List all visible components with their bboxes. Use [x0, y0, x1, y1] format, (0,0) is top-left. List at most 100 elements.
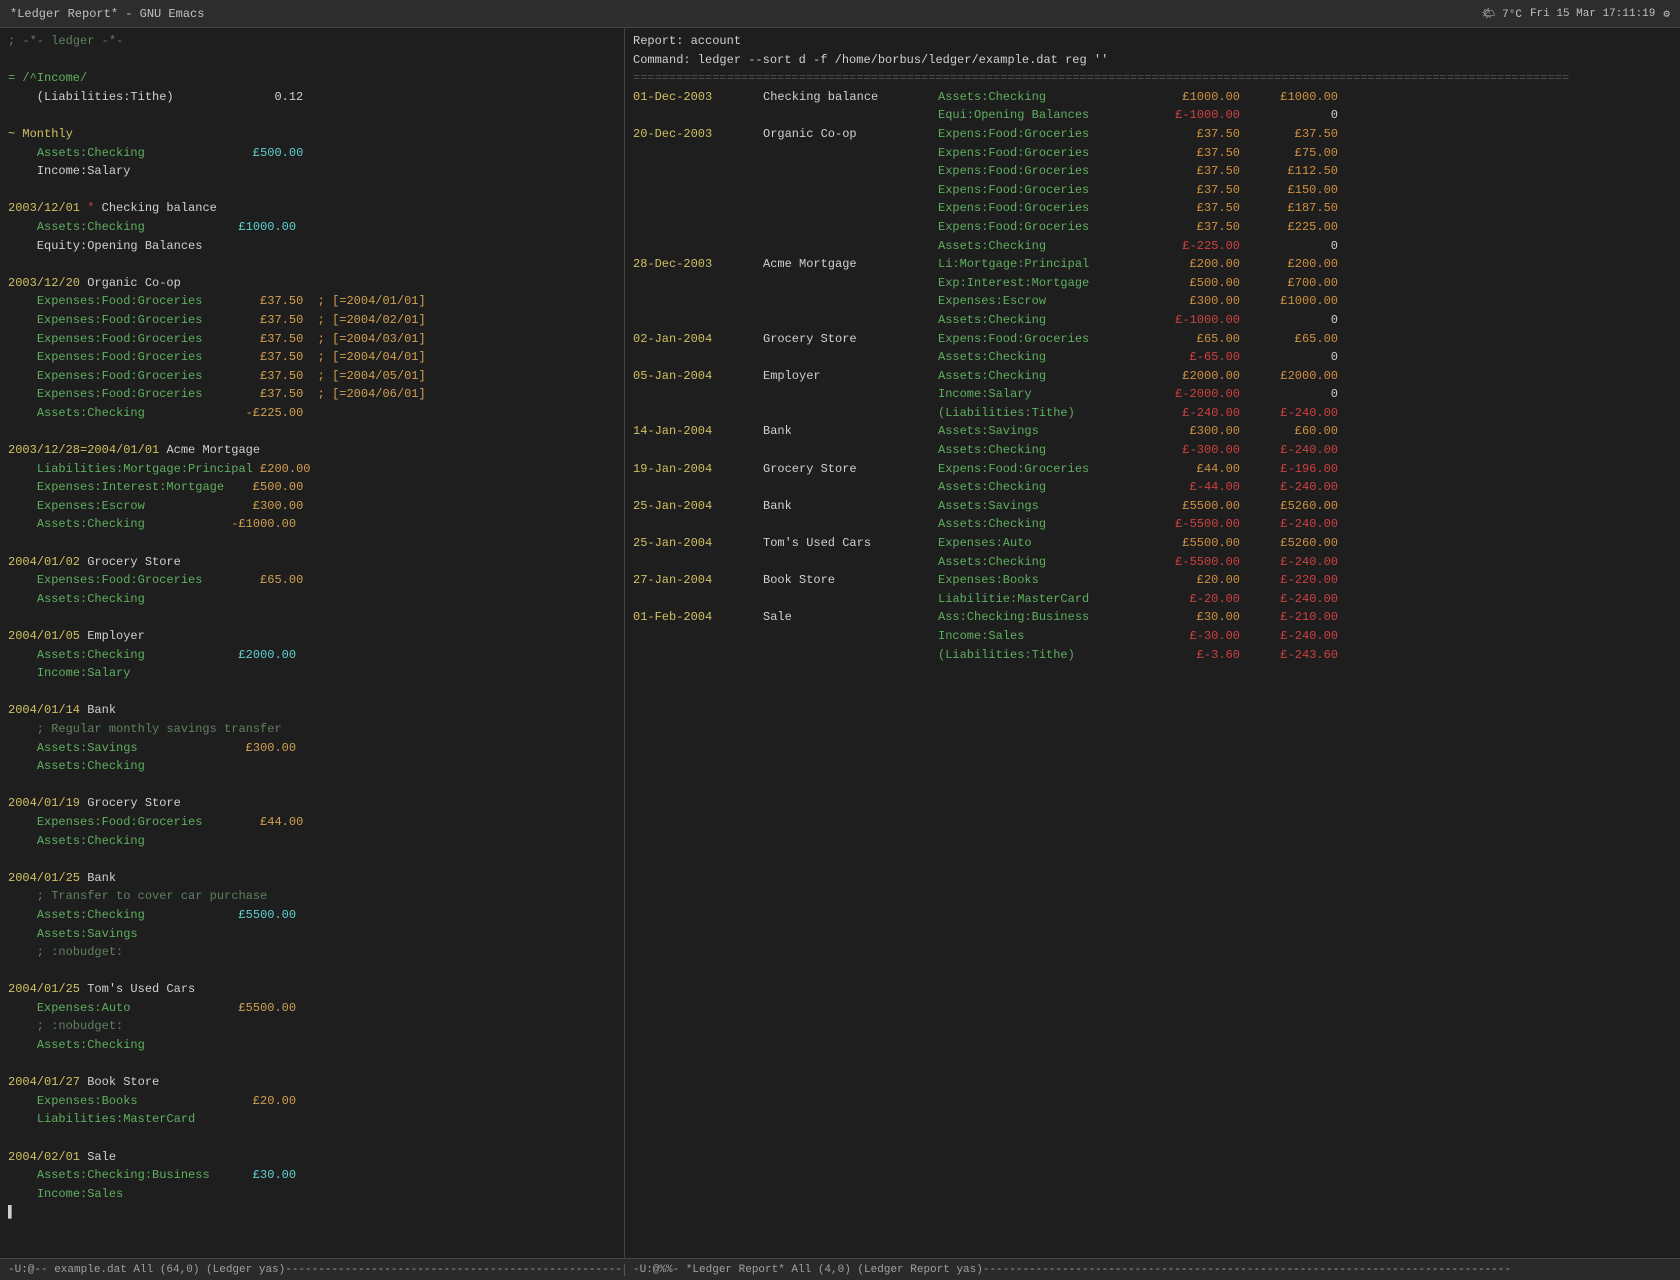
report-account: Assets:Checking [938, 311, 1148, 330]
report-desc [763, 218, 938, 237]
left-line-46: ; Transfer to cover car purchase [0, 887, 624, 906]
left-line-22: 2003/12/28=2004/01/01 Acme Mortgage [0, 441, 624, 460]
report-amount: £300.00 [1148, 292, 1248, 311]
left-line-56: 2004/01/27 Book Store [0, 1073, 624, 1092]
left-line-13: 2003/12/20 Organic Co-op [0, 274, 624, 293]
report-row-28: 01-Feb-2004SaleAss:Checking:Business£30.… [625, 608, 1680, 627]
main-container: ; -*- ledger -*- = /^Income/ (Liabilitie… [0, 28, 1680, 1258]
report-desc [763, 199, 938, 218]
report-amount: £30.00 [1148, 608, 1248, 627]
report-row-0: 01-Dec-2003Checking balanceAssets:Checki… [625, 88, 1680, 107]
report-row-17: (Liabilities:Tithe)£-240.00£-240.00 [625, 404, 1680, 423]
report-row-9: 28-Dec-2003Acme MortgageLi:Mortgage:Prin… [625, 255, 1680, 274]
weather-display: 🌤 7°C [1482, 7, 1522, 21]
report-amount: £-225.00 [1148, 237, 1248, 256]
report-date [633, 292, 763, 311]
left-line-45: 2004/01/25 Bank [0, 869, 624, 888]
left-line-23: Liabilities:Mortgage:Principal £200.00 [0, 460, 624, 479]
report-amount: £44.00 [1148, 460, 1248, 479]
report-account: Assets:Checking [938, 237, 1148, 256]
left-content: ; -*- ledger -*- = /^Income/ (Liabilitie… [0, 32, 624, 1222]
report-desc [763, 237, 938, 256]
report-date: 27-Jan-2004 [633, 571, 763, 590]
report-account: Expens:Food:Groceries [938, 144, 1148, 163]
report-desc: Grocery Store [763, 460, 938, 479]
left-line-33: Assets:Checking £2000.00 [0, 646, 624, 665]
statusbar-left: -U:@-- example.dat All (64,0) (Ledger ya… [0, 1264, 625, 1276]
report-row-4: Expens:Food:Groceries£37.50£112.50 [625, 162, 1680, 181]
time-display: Fri 15 Mar 17:11:19 [1530, 8, 1655, 20]
left-line-62: Income:Sales [0, 1185, 624, 1204]
report-header1: Report: account [625, 32, 1680, 51]
report-row-8: Assets:Checking£-225.000 [625, 237, 1680, 256]
left-line-53: ; :nobudget: [0, 1017, 624, 1036]
left-line-21 [0, 422, 624, 441]
gear-icon[interactable]: ⚙ [1663, 7, 1670, 21]
report-row-16: Income:Salary£-2000.000 [625, 385, 1680, 404]
report-running: £200.00 [1248, 255, 1338, 274]
report-desc: Acme Mortgage [763, 255, 938, 274]
report-running: £-240.00 [1248, 404, 1338, 423]
left-line-38: Assets:Savings £300.00 [0, 739, 624, 758]
report-amount: £500.00 [1148, 274, 1248, 293]
report-amount: £300.00 [1148, 422, 1248, 441]
report-date [633, 237, 763, 256]
statusbar-right: -U:@%%- *Ledger Report* All (4,0) (Ledge… [625, 1264, 1680, 1276]
report-date [633, 441, 763, 460]
report-running: £65.00 [1248, 330, 1338, 349]
right-content: Report: accountCommand: ledger --sort d … [625, 32, 1680, 664]
report-row-15: 05-Jan-2004EmployerAssets:Checking£2000.… [625, 367, 1680, 386]
report-account: Expens:Food:Groceries [938, 330, 1148, 349]
report-date: 19-Jan-2004 [633, 460, 763, 479]
report-running: 0 [1248, 311, 1338, 330]
left-line-39: Assets:Checking [0, 757, 624, 776]
titlebar: *Ledger Report* - GNU Emacs 🌤 7°C Fri 15… [0, 0, 1680, 28]
report-date [633, 348, 763, 367]
report-running: £-240.00 [1248, 441, 1338, 460]
report-row-25: Assets:Checking£-5500.00£-240.00 [625, 553, 1680, 572]
report-date: 02-Jan-2004 [633, 330, 763, 349]
report-row-22: 25-Jan-2004BankAssets:Savings£5500.00£52… [625, 497, 1680, 516]
left-line-25: Expenses:Escrow £300.00 [0, 497, 624, 516]
left-line-3: (Liabilities:Tithe) 0.12 [0, 88, 624, 107]
left-line-10: Assets:Checking £1000.00 [0, 218, 624, 237]
left-line-40 [0, 776, 624, 795]
report-amount: £-65.00 [1148, 348, 1248, 367]
report-amount: £-240.00 [1148, 404, 1248, 423]
report-row-11: Expenses:Escrow£300.00£1000.00 [625, 292, 1680, 311]
left-line-6: Assets:Checking £500.00 [0, 144, 624, 163]
left-line-19: Expenses:Food:Groceries £37.50 ; [=2004/… [0, 385, 624, 404]
left-line-54: Assets:Checking [0, 1036, 624, 1055]
left-line-55 [0, 1055, 624, 1074]
report-date: 20-Dec-2003 [633, 125, 763, 144]
report-row-14: Assets:Checking£-65.000 [625, 348, 1680, 367]
report-amount: £-30.00 [1148, 627, 1248, 646]
left-line-31 [0, 608, 624, 627]
report-running: 0 [1248, 348, 1338, 367]
report-row-18: 14-Jan-2004BankAssets:Savings£300.00£60.… [625, 422, 1680, 441]
report-desc: Book Store [763, 571, 938, 590]
report-date [633, 181, 763, 200]
report-date [633, 385, 763, 404]
report-desc: Checking balance [763, 88, 938, 107]
report-amount: £5500.00 [1148, 497, 1248, 516]
report-running: 0 [1248, 237, 1338, 256]
report-desc [763, 646, 938, 665]
left-line-17: Expenses:Food:Groceries £37.50 ; [=2004/… [0, 348, 624, 367]
left-line-11: Equity:Opening Balances [0, 237, 624, 256]
left-line-51: 2004/01/25 Tom's Used Cars [0, 980, 624, 999]
report-date: 05-Jan-2004 [633, 367, 763, 386]
report-account: Expenses:Books [938, 571, 1148, 590]
left-line-35 [0, 683, 624, 702]
left-line-24: Expenses:Interest:Mortgage £500.00 [0, 478, 624, 497]
report-account: Assets:Checking [938, 367, 1148, 386]
report-desc: Bank [763, 422, 938, 441]
report-desc [763, 441, 938, 460]
report-running: £-220.00 [1248, 571, 1338, 590]
report-date [633, 162, 763, 181]
report-account: (Liabilities:Tithe) [938, 404, 1148, 423]
report-account: Li:Mortgage:Principal [938, 255, 1148, 274]
right-pane: Report: accountCommand: ledger --sort d … [625, 28, 1680, 1258]
report-row-24: 25-Jan-2004Tom's Used CarsExpenses:Auto£… [625, 534, 1680, 553]
report-account: Expens:Food:Groceries [938, 125, 1148, 144]
